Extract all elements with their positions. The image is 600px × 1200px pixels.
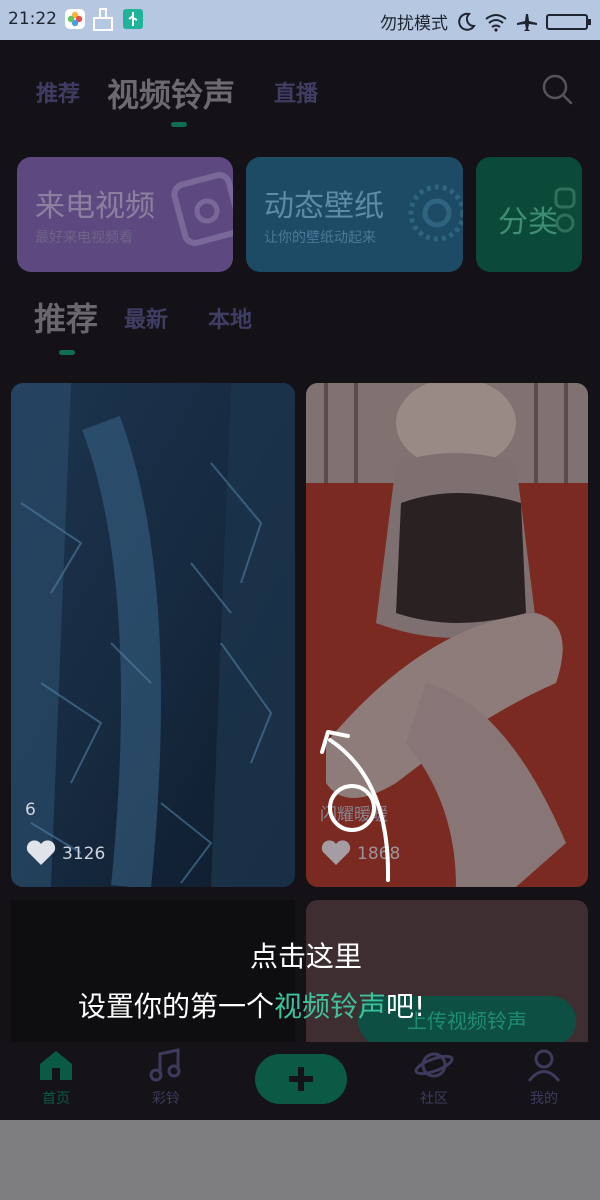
nav-community[interactable]: 社区 [394, 1048, 474, 1108]
cleaner-icon [93, 8, 113, 31]
airplane-icon [517, 13, 537, 31]
category-title: 动态壁纸 [264, 189, 384, 224]
moon-icon [458, 12, 476, 31]
subtab-recommend[interactable]: 推荐 [34, 294, 98, 340]
subtab-indicator [59, 350, 75, 355]
wallpaper-icon [408, 184, 463, 242]
flower-icon [65, 9, 85, 29]
tab-recommend[interactable]: 推荐 [36, 76, 80, 108]
category-subtitle: 最好来电视频看 [35, 230, 133, 246]
planet-icon [414, 1052, 454, 1078]
tab-video-ringtone[interactable]: 视频铃声 [107, 70, 235, 116]
dnd-mode-label: 勿扰模式 [380, 14, 448, 34]
category-incoming-video[interactable]: 来电视频 最好来电视频看 [17, 157, 233, 272]
guide-hint-line1: 点击这里 [250, 940, 363, 973]
guide-hint-line2: 设置你的第一个视频铃声吧! [78, 985, 425, 1025]
home-icon [40, 1051, 72, 1080]
guide-circle-icon [328, 784, 376, 832]
bottom-nav: 首页 彩铃 社区 我的 [0, 1042, 600, 1120]
nav-label: 首页 [42, 1091, 70, 1107]
video-title: 6 [25, 800, 36, 820]
tab-live[interactable]: 直播 [274, 76, 318, 108]
music-note-icon [149, 1048, 181, 1082]
subtab-latest[interactable]: 最新 [124, 302, 168, 334]
subtab-local[interactable]: 本地 [208, 302, 252, 334]
user-icon [527, 1049, 561, 1082]
status-bar: 21:22 勿扰模式 [0, 0, 600, 40]
category-classify[interactable]: 分类 [476, 157, 582, 272]
guide-hint-highlight: 视频铃声 [274, 990, 387, 1023]
nav-label: 社区 [420, 1091, 448, 1107]
wifi-icon [485, 13, 507, 32]
video-frame-icon [171, 172, 233, 246]
tab-indicator [171, 122, 187, 127]
category-subtitle: 让你的壁纸动起来 [264, 230, 376, 246]
category-live-wallpaper[interactable]: 动态壁纸 让你的壁纸动起来 [246, 157, 463, 272]
like-count: 3126 [62, 844, 106, 864]
video-thumbnail [11, 383, 295, 887]
category-title: 分类 [498, 205, 558, 240]
nav-label: 我的 [530, 1091, 558, 1107]
status-time: 21:22 [8, 9, 57, 29]
guide-hint-prefix: 设置你的第一个 [78, 990, 275, 1023]
nav-label: 彩铃 [152, 1091, 180, 1107]
video-card[interactable]: 6 3126 [11, 383, 295, 887]
nav-ringtone[interactable]: 彩铃 [126, 1048, 206, 1108]
nav-profile[interactable]: 我的 [504, 1048, 584, 1108]
heart-icon[interactable] [25, 839, 57, 867]
usb-icon [123, 9, 143, 29]
nav-home[interactable]: 首页 [16, 1048, 96, 1108]
category-title: 来电视频 [35, 189, 155, 224]
guide-hint-suffix: 吧! [386, 990, 426, 1023]
grid-icon [554, 187, 576, 233]
search-icon[interactable] [540, 72, 574, 106]
app-screen: 推荐 视频铃声 直播 来电视频 最好来电视频看 动态壁纸 让你的壁纸动起来 分类… [0, 40, 600, 1120]
add-button[interactable] [255, 1054, 347, 1104]
plus-icon [289, 1067, 313, 1091]
battery-icon [546, 13, 591, 30]
